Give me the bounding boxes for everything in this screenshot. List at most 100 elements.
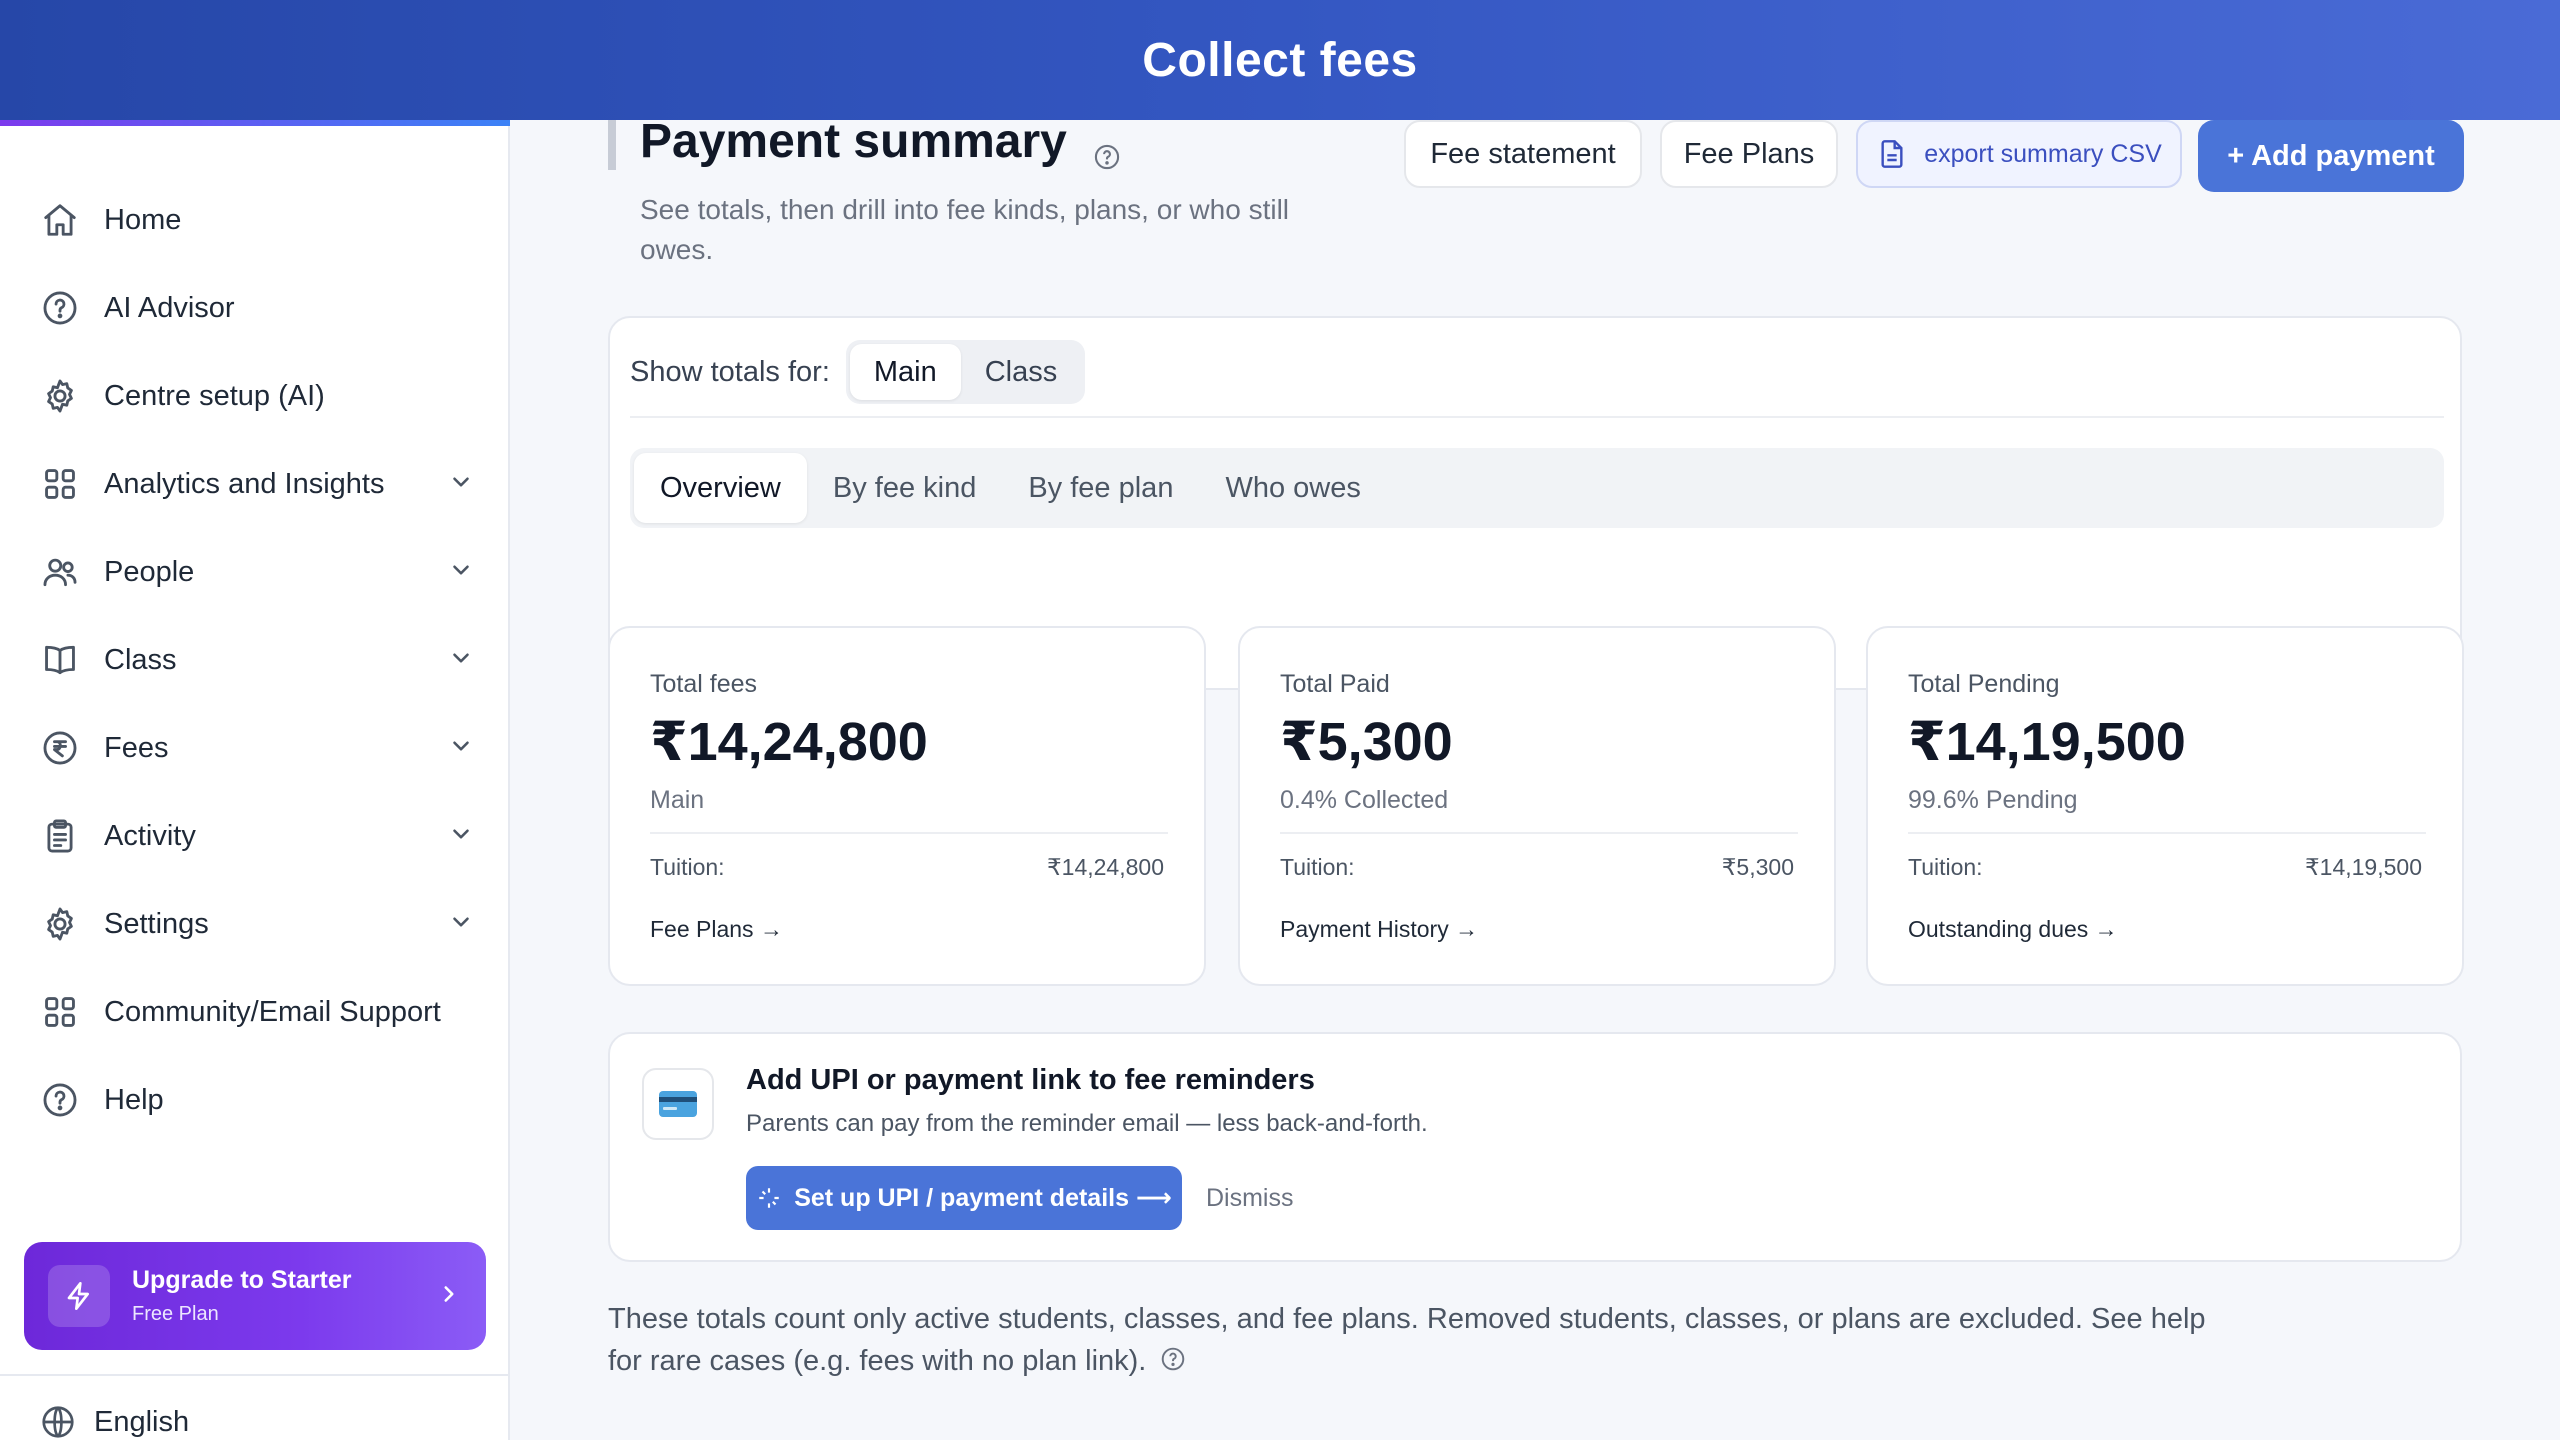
- totals-filter-label: Show totals for:: [630, 355, 830, 388]
- sidebar-item-class[interactable]: Class: [0, 616, 510, 704]
- stat-value: ₹14,24,800: [650, 712, 928, 772]
- setup-upi-label: Set up UPI / payment details ⟶: [794, 1184, 1172, 1212]
- rupee-icon: [40, 728, 80, 768]
- chevron-down-icon[interactable]: [448, 469, 474, 500]
- tab-overview[interactable]: Overview: [634, 453, 807, 523]
- help-circle-icon[interactable]: [1093, 128, 1121, 169]
- sidebar-item-ai-advisor[interactable]: AI Advisor: [0, 264, 510, 352]
- gear-icon: [40, 376, 80, 416]
- book-icon: [40, 640, 80, 680]
- sidebar-item-label: Community/Email Support: [104, 995, 441, 1028]
- sidebar-item-label: Help: [104, 1083, 164, 1116]
- sidebar-item-label: Analytics and Insights: [104, 467, 385, 500]
- upgrade-text: Upgrade to Starter Free Plan: [132, 1266, 436, 1326]
- sidebar: Home AI Advisor Centre setup (AI) Analyt…: [0, 120, 510, 1440]
- sidebar-item-label: Activity: [104, 819, 196, 852]
- upi-description: Parents can pay from the reminder email …: [746, 1110, 1428, 1137]
- title-accent-bar: [608, 120, 616, 170]
- clipboard-icon: [40, 816, 80, 856]
- sidebar-item-settings[interactable]: Settings: [0, 880, 510, 968]
- stat-row-value: ₹14,24,800: [1047, 854, 1164, 880]
- sidebar-item-community-support[interactable]: Community/Email Support: [0, 968, 510, 1056]
- page-subtitle: See totals, then drill into fee kinds, p…: [640, 194, 1290, 265]
- upi-title: Add UPI or payment link to fee reminders: [746, 1064, 1315, 1096]
- totals-filter: Show totals for: Main Class: [630, 340, 1086, 404]
- main-content: Payment summary See totals, then drill i…: [510, 115, 2560, 1440]
- sidebar-item-label: AI Advisor: [104, 291, 235, 324]
- chevron-down-icon[interactable]: [448, 909, 474, 940]
- stat-subtext: 0.4% Collected: [1280, 786, 1449, 814]
- tab-who-owes[interactable]: Who owes: [1199, 453, 1386, 523]
- tab-by-fee-kind[interactable]: By fee kind: [807, 453, 1002, 523]
- tab-by-fee-plan[interactable]: By fee plan: [1002, 453, 1199, 523]
- filter-divider: [630, 416, 2444, 418]
- sidebar-item-fees[interactable]: Fees: [0, 704, 510, 792]
- upgrade-button[interactable]: Upgrade to Starter Free Plan: [24, 1242, 486, 1350]
- stat-row-value: ₹14,19,500: [2305, 854, 2422, 880]
- stat-divider: [1280, 832, 1798, 834]
- help-circle-icon: [40, 1080, 80, 1120]
- sidebar-item-help[interactable]: Help: [0, 1056, 510, 1144]
- grid-icon: [40, 464, 80, 504]
- chevron-down-icon[interactable]: [448, 821, 474, 852]
- upgrade-title: Upgrade to Starter: [132, 1266, 352, 1294]
- globe-icon: [42, 1406, 74, 1438]
- stat-subtext: 99.6% Pending: [1908, 786, 2078, 814]
- dismiss-link[interactable]: Dismiss: [1206, 1184, 1294, 1213]
- fee-plans-link[interactable]: Fee Plans →: [650, 916, 783, 943]
- sidebar-accent-bar: [0, 120, 510, 126]
- language-selector[interactable]: English: [40, 1404, 189, 1440]
- help-circle-icon: [40, 288, 80, 328]
- header-title: Collect fees: [1142, 33, 1418, 87]
- outstanding-dues-link[interactable]: Outstanding dues →: [1908, 916, 2118, 943]
- sidebar-item-analytics[interactable]: Analytics and Insights: [0, 440, 510, 528]
- fee-statement-button[interactable]: Fee statement: [1404, 120, 1642, 188]
- sidebar-item-label: Fees: [104, 731, 169, 764]
- sidebar-item-label: People: [104, 555, 195, 588]
- gear-icon: [40, 904, 80, 944]
- upi-reminder-card: Add UPI or payment link to fee reminders…: [608, 1032, 2462, 1262]
- sidebar-nav: Home AI Advisor Centre setup (AI) Analyt…: [0, 176, 510, 1144]
- sidebar-item-home[interactable]: Home: [0, 176, 510, 264]
- payment-history-link[interactable]: Payment History →: [1280, 916, 1478, 943]
- sidebar-item-activity[interactable]: Activity: [0, 792, 510, 880]
- setup-upi-button[interactable]: Set up UPI / payment details ⟶: [746, 1166, 1182, 1230]
- users-icon: [40, 552, 80, 592]
- stat-card-total-paid: Total Paid ₹5,300 0.4% Collected Tuition…: [1238, 626, 1836, 986]
- help-circle-icon[interactable]: [1160, 1342, 1186, 1371]
- summary-tabs: Overview By fee kind By fee plan Who owe…: [630, 448, 2444, 528]
- chevron-down-icon[interactable]: [448, 733, 474, 764]
- sparkle-icon: [759, 1188, 779, 1208]
- page-title: Payment summary: [640, 114, 1121, 169]
- stat-label: Total fees: [650, 670, 758, 698]
- stat-divider: [650, 832, 1168, 834]
- segment-class[interactable]: Class: [961, 344, 1082, 400]
- sidebar-item-label: Home: [104, 203, 182, 236]
- chevron-right-icon: [436, 1281, 462, 1312]
- totals-segmented-control: Main Class: [845, 340, 1086, 404]
- sidebar-item-centre-setup[interactable]: Centre setup (AI): [0, 352, 510, 440]
- stat-label: Total Pending: [1908, 670, 2060, 698]
- document-icon: [1881, 140, 1903, 168]
- lightning-icon: [48, 1265, 110, 1327]
- upgrade-plan: Free Plan: [132, 1303, 219, 1325]
- app-header: Collect fees: [0, 0, 2560, 120]
- chevron-down-icon[interactable]: [448, 645, 474, 676]
- stat-row-label: Tuition:: [1280, 854, 1355, 880]
- footnote: These totals count only active students,…: [608, 1298, 2208, 1382]
- add-payment-button[interactable]: + Add payment: [2198, 120, 2464, 192]
- chevron-down-icon[interactable]: [448, 557, 474, 588]
- stat-divider: [1908, 832, 2426, 834]
- sidebar-item-people[interactable]: People: [0, 528, 510, 616]
- stat-subtext: Main: [650, 786, 705, 814]
- footnote-text: These totals count only active students,…: [608, 1303, 2206, 1377]
- stat-value: ₹5,300: [1280, 712, 1453, 772]
- export-csv-button[interactable]: export summary CSV: [1856, 120, 2182, 188]
- stat-card-total-pending: Total Pending ₹14,19,500 99.6% Pending T…: [1866, 626, 2464, 986]
- segment-main[interactable]: Main: [849, 344, 961, 400]
- sidebar-item-label: Class: [104, 643, 177, 676]
- stat-row-label: Tuition:: [1908, 854, 1983, 880]
- stat-card-total-fees: Total fees ₹14,24,800 Main Tuition: ₹14,…: [608, 626, 1206, 986]
- sidebar-divider: [0, 1374, 510, 1376]
- fee-plans-button[interactable]: Fee Plans: [1660, 120, 1838, 188]
